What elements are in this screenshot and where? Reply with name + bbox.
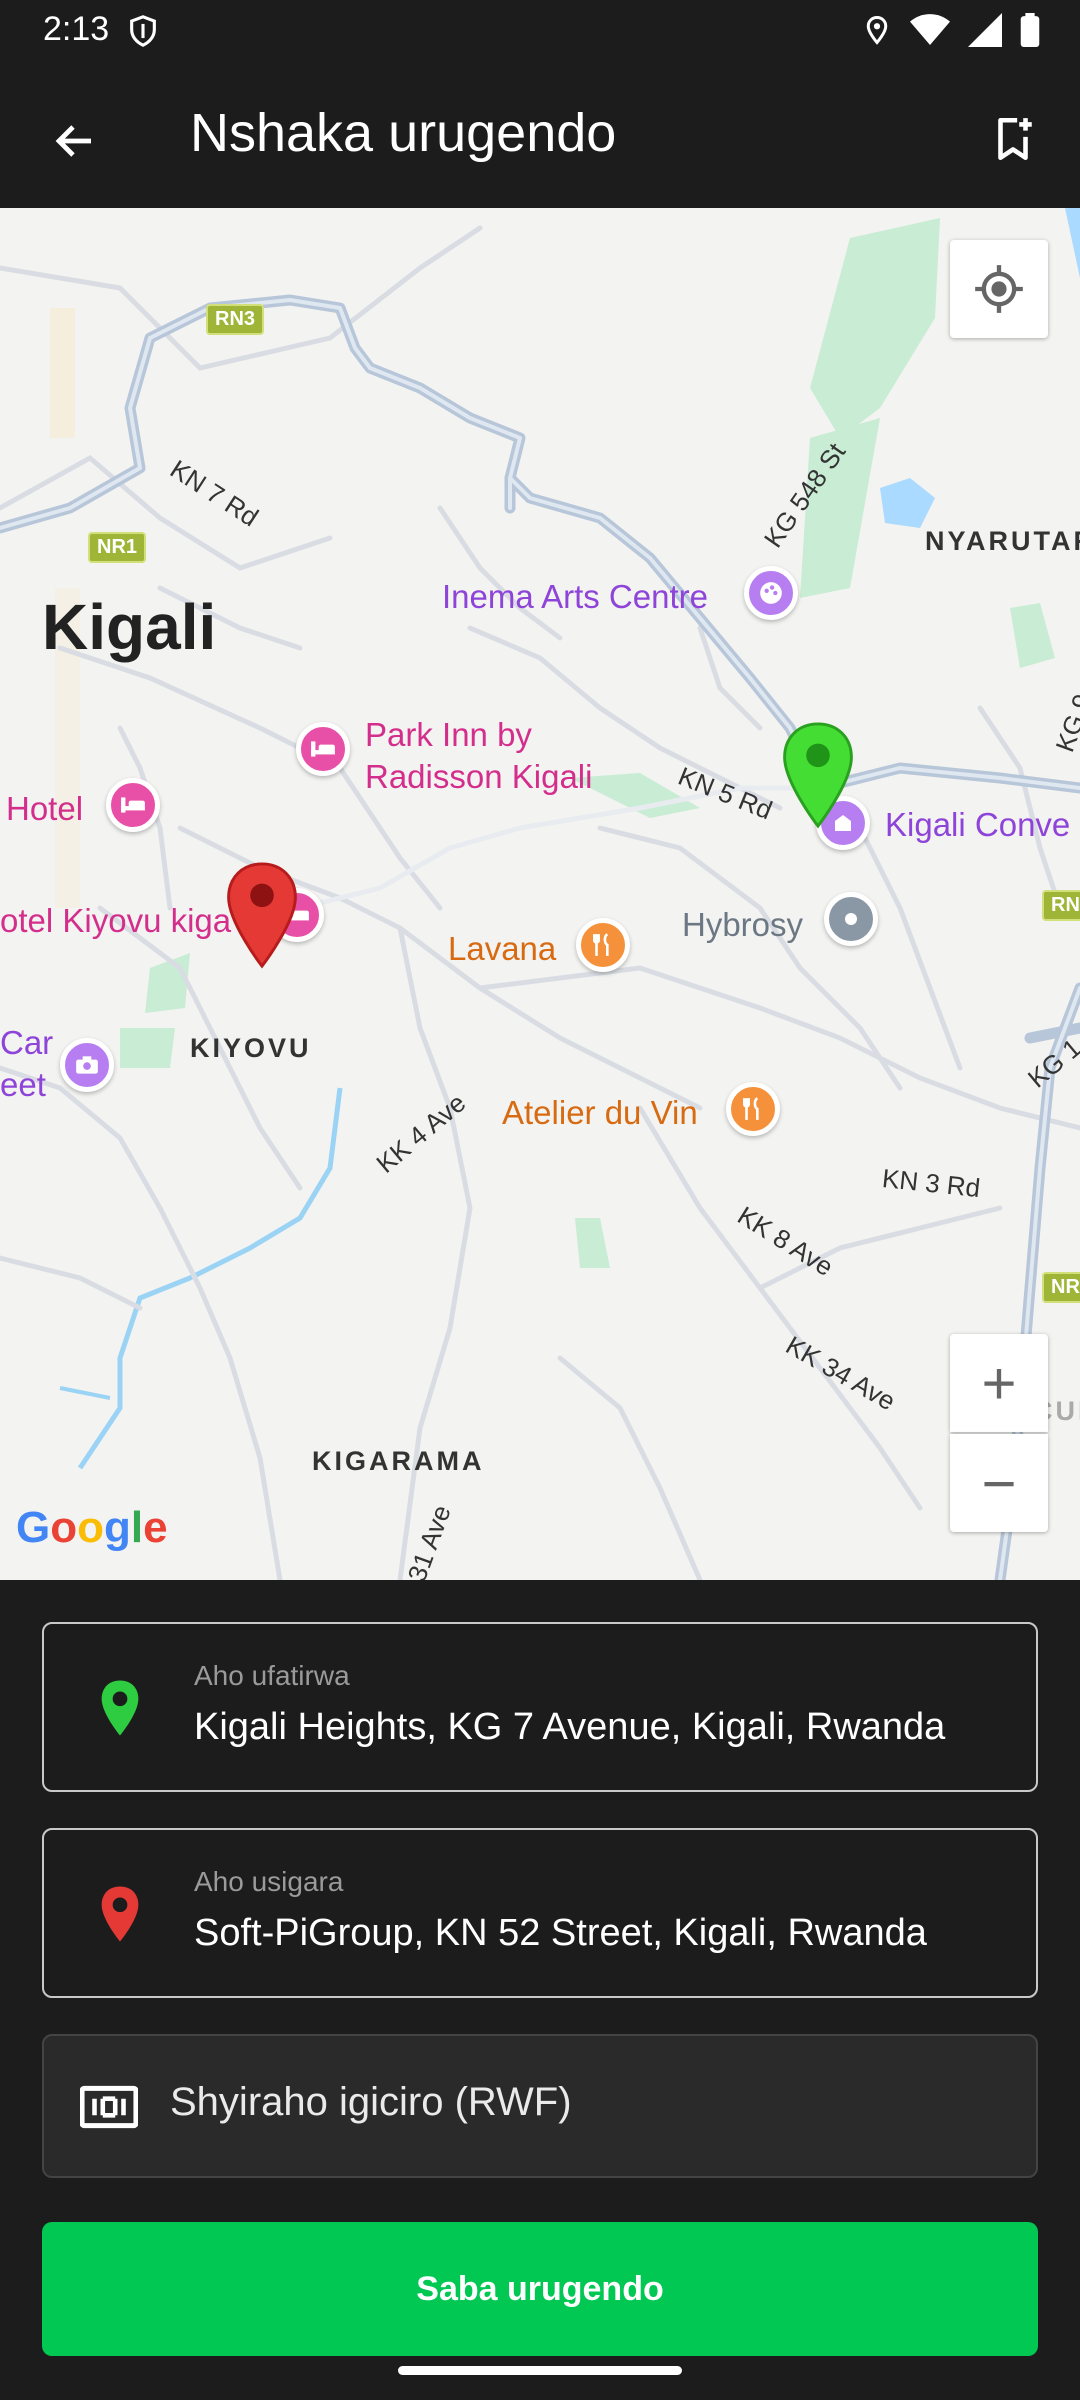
google-logo: Google (16, 1503, 168, 1552)
poi-label-hybrosy: Hybrosy (682, 906, 804, 943)
battery-icon (1020, 13, 1040, 52)
road-shield-rn: RN (1042, 890, 1080, 921)
status-time: 2:13 (43, 10, 110, 48)
wifi-icon (910, 13, 950, 52)
location-icon (862, 12, 892, 53)
dropoff-value: Soft-PiGroup, KN 52 Street, Kigali, Rwan… (194, 1912, 927, 1954)
pickup-label: Aho ufatirwa (194, 1660, 350, 1691)
poi-label-inema: Inema Arts Centre (442, 578, 708, 615)
map-base (0, 208, 1080, 1580)
area-label-kigarama: KIGARAMA (312, 1446, 485, 1476)
price-input[interactable]: Shyiraho igiciro (RWF) (42, 2034, 1038, 2178)
arts-poi-icon[interactable] (744, 566, 798, 620)
poi-label-atelier: Atelier du Vin (502, 1094, 698, 1131)
road-shield-nr: NR (1042, 1272, 1080, 1303)
dropoff-pin-icon (98, 1884, 142, 1949)
area-label-kiyovu: KIYOVU (190, 1033, 312, 1063)
place-poi-icon[interactable] (824, 892, 878, 946)
home-indicator[interactable] (398, 2366, 682, 2375)
pickup-field[interactable]: Aho ufatirwa Kigali Heights, KG 7 Avenue… (42, 1622, 1038, 1792)
app-bar: Nshaka urugendo (0, 62, 1080, 208)
city-label: Kigali (42, 591, 217, 663)
poi-label-car-2: eet (0, 1066, 46, 1103)
area-label-nyarutar: NYARUTAR (925, 526, 1080, 556)
poi-label-lavana: Lavana (448, 930, 557, 967)
camera-poi-icon[interactable] (60, 1038, 114, 1092)
dropoff-field[interactable]: Aho usigara Soft-PiGroup, KN 52 Street, … (42, 1828, 1038, 1998)
poi-label-park-inn-1: Park Inn by (365, 716, 532, 753)
status-bar: 2:13 (0, 0, 1080, 62)
poi-label-kigali-conv: Kigali Conve (885, 806, 1071, 843)
pickup-value: Kigali Heights, KG 7 Avenue, Kigali, Rwa… (194, 1706, 946, 1748)
cash-icon (79, 2082, 139, 2137)
bookmark-add-icon (998, 117, 1032, 161)
pickup-pin-icon (98, 1678, 142, 1743)
poi-label-hotel: Hotel (6, 790, 84, 827)
my-location-button[interactable] (950, 240, 1048, 338)
pickup-marker[interactable] (778, 720, 858, 835)
poi-label-hotel-kiyovu: otel Kiyovu kiga (0, 902, 232, 939)
restaurant-poi-icon[interactable] (576, 918, 630, 972)
restaurant-poi-icon[interactable] (726, 1082, 780, 1136)
road-shield-nr1: NR1 (88, 532, 147, 563)
bookmark-add-button[interactable] (978, 104, 1048, 174)
zoom-out-button[interactable]: − (950, 1434, 1048, 1532)
dropoff-marker[interactable] (222, 860, 302, 975)
zoom-in-button[interactable]: + (950, 1334, 1048, 1432)
poi-label-park-inn-2: Radisson Kigali (365, 758, 593, 795)
dropoff-label: Aho usigara (194, 1866, 344, 1897)
vpn-shield-icon (126, 12, 160, 55)
back-arrow-icon (55, 125, 91, 157)
hotel-poi-icon[interactable] (106, 778, 160, 832)
price-placeholder: Shyiraho igiciro (RWF) (170, 2080, 572, 2124)
page-title: Nshaka urugendo (190, 103, 617, 163)
poi-label-car-1: Car (0, 1024, 54, 1061)
road-shield-rn3: RN3 (206, 304, 265, 335)
back-button[interactable] (40, 106, 110, 176)
request-ride-button[interactable]: Saba urugendo (42, 2222, 1038, 2356)
signal-icon (968, 13, 1002, 52)
my-location-icon (975, 265, 1023, 313)
map-view[interactable]: Kigali NYARUTAR KIYOVU KIGARAMA KICUK RN… (0, 208, 1080, 1580)
hotel-poi-icon[interactable] (296, 722, 350, 776)
